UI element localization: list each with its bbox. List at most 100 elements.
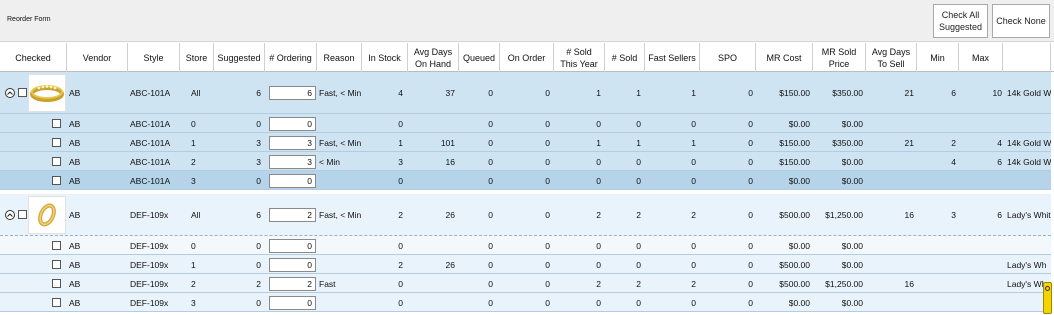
column-header-ordering[interactable]: # Ordering	[265, 43, 317, 72]
cell-style: DEF-109x	[130, 259, 169, 270]
ordering-quantity-input[interactable]	[269, 173, 316, 188]
cell-mr-cost: $150.00	[779, 88, 810, 98]
column-header-vendor[interactable]: Vendor	[67, 43, 128, 72]
column-header-fast[interactable]: Fast Sellers	[645, 43, 700, 72]
column-header-queued[interactable]: Queued	[459, 43, 500, 72]
cell-vendor: AB	[69, 297, 81, 308]
row-checkbox[interactable]	[52, 157, 61, 166]
cell-mr-cost: $0.00	[788, 240, 810, 251]
row-checkbox[interactable]	[52, 279, 61, 288]
column-header-in-stock[interactable]: In Stock	[362, 43, 408, 72]
column-header-suggested[interactable]: Suggested	[214, 43, 265, 72]
store-row[interactable]: AB DEF-109x 0 0 0 0 0 0 0 0 0 $0.00 $0.00	[0, 236, 1051, 255]
cell-max: 4	[997, 137, 1002, 148]
store-row[interactable]: AB ABC-101A 2 3 < Min 3 16 0 0 0 0 0 0 $150.00 $0.00 4 6…	[0, 152, 1051, 171]
column-header-sold-year[interactable]: # Sold This Year	[554, 43, 605, 72]
ordering-quantity-input[interactable]	[269, 257, 316, 272]
ordering-quantity-input[interactable]	[269, 295, 316, 310]
cell-suggested: 0	[256, 240, 261, 251]
column-header-avg-days-on-hand[interactable]: Avg Days On Hand	[408, 43, 459, 72]
cell-avg-days-on-hand: 26	[445, 210, 455, 220]
item-summary-row[interactable]: AB DEF-109x All 6 Fast, < Min 2 26 0 0 2 2 2 0 $500.0…	[0, 194, 1051, 236]
cell-queued: 0	[488, 278, 493, 289]
ordering-quantity-input[interactable]	[269, 86, 316, 100]
column-header-desc[interactable]	[1003, 43, 1051, 72]
column-header-spo[interactable]: SPO	[700, 43, 756, 72]
cell-style: ABC-101A	[130, 156, 171, 167]
grid-header: Checked Vendor Style Store Suggested # Orderi…	[0, 43, 1054, 72]
cell-vendor: AB	[69, 240, 81, 251]
ordering-quantity-input[interactable]	[269, 135, 316, 150]
cell-mr-cost: $0.00	[788, 118, 810, 129]
store-row[interactable]: AB ABC-101A 3 0 0 0 0 0 0 0 0 $0.00 $0.00	[0, 171, 1051, 190]
check-none-button[interactable]: Check None	[992, 4, 1050, 38]
store-row[interactable]: AB ABC-101A 1 3 Fast, < Min 1 101 0 0 1 1 1 0 $150.00…	[0, 133, 1051, 152]
row-checkbox[interactable]	[18, 210, 27, 219]
column-header-avg-days-sell[interactable]: Avg Days To Sell	[866, 43, 917, 72]
column-header-max[interactable]: Max	[959, 43, 1003, 72]
column-header-mr-sold[interactable]: MR Sold Price	[813, 43, 866, 72]
cell-fast: 0	[691, 156, 696, 167]
cell-desc	[1003, 171, 1051, 190]
cell-queued: 0	[488, 118, 493, 129]
ordering-quantity-input[interactable]	[269, 276, 316, 291]
column-header-min[interactable]: Min	[917, 43, 959, 72]
cell-suggested: 2	[256, 278, 261, 289]
cell-mr-sold: $1,250.00	[825, 210, 863, 220]
ordering-quantity-input[interactable]	[269, 208, 316, 222]
row-checkbox[interactable]	[52, 260, 61, 269]
row-checkbox[interactable]	[52, 119, 61, 128]
cell-queued: 0	[488, 240, 493, 251]
cell-in-stock: 0	[398, 297, 403, 308]
cell-store: All	[191, 210, 201, 220]
scroll-indicator[interactable]	[1043, 282, 1052, 314]
cell-max	[959, 114, 1003, 133]
cell-mr-cost: $500.00	[779, 278, 810, 289]
cell-suggested: 6	[256, 88, 261, 98]
cell-desc: Lady's White 2	[1007, 210, 1051, 220]
cell-reason	[317, 293, 362, 312]
cell-suggested: 3	[256, 137, 261, 148]
cell-reason: Fast, < Min	[319, 88, 362, 98]
column-header-checked[interactable]: Checked	[0, 43, 67, 72]
column-header-style[interactable]: Style	[128, 43, 180, 72]
row-checkbox[interactable]	[52, 176, 61, 185]
row-checkbox[interactable]	[52, 298, 61, 307]
item-summary-row[interactable]: AB ABC-101A All 6 Fast, < Min 4 37 0 0 1 1 1 0 $150.0…	[0, 72, 1051, 114]
cell-fast: 0	[691, 118, 696, 129]
cell-on-order: 0	[545, 118, 550, 129]
store-row[interactable]: AB ABC-101A 0 0 0 0 0 0 0 0 0 $0.00 $0.00	[0, 114, 1051, 133]
cell-in-stock: 0	[398, 240, 403, 251]
row-checkbox[interactable]	[52, 138, 61, 147]
cell-avg-days-on-hand: 37	[445, 88, 455, 98]
row-checkbox[interactable]	[18, 88, 27, 97]
cell-avg-days-sell	[866, 293, 917, 312]
store-row[interactable]: AB DEF-109x 3 0 0 0 0 0 0 0 0 $0.00 $0.00	[0, 293, 1051, 312]
column-header-mr-cost[interactable]: MR Cost	[756, 43, 813, 72]
ordering-quantity-input[interactable]	[269, 116, 316, 131]
cell-spo: 0	[748, 210, 753, 220]
cell-suggested: 0	[256, 175, 261, 186]
ordering-quantity-input[interactable]	[269, 154, 316, 169]
collapse-chevron-icon[interactable]	[5, 88, 15, 98]
cell-reason	[317, 114, 362, 133]
cell-avg-days-sell	[866, 114, 917, 133]
cell-store: 0	[191, 118, 196, 129]
cell-sold: 0	[636, 240, 641, 251]
row-checkbox[interactable]	[52, 241, 61, 250]
cell-avg-days-sell	[866, 255, 917, 274]
check-all-suggested-button[interactable]: Check All Suggested	[933, 4, 988, 38]
cell-sold: 0	[636, 259, 641, 270]
column-header-sold[interactable]: # Sold	[605, 43, 645, 72]
column-header-on-order[interactable]: On Order	[500, 43, 554, 72]
row-divider	[0, 189, 1051, 190]
cell-mr-cost: $0.00	[788, 297, 810, 308]
column-header-store[interactable]: Store	[180, 43, 214, 72]
column-header-reason[interactable]: Reason	[317, 43, 362, 72]
ordering-quantity-input[interactable]	[269, 238, 316, 253]
cell-vendor: AB	[69, 156, 81, 167]
collapse-chevron-icon[interactable]	[5, 210, 15, 220]
store-row[interactable]: AB DEF-109x 2 2 Fast 0 0 0 2 2 2 0 $500.00 $1,250.00 1…	[0, 274, 1051, 293]
cell-vendor: AB	[69, 278, 81, 289]
store-row[interactable]: AB DEF-109x 1 0 2 26 0 0 0 0 0 0 $500.00 $0.00 Lady's …	[0, 255, 1051, 274]
